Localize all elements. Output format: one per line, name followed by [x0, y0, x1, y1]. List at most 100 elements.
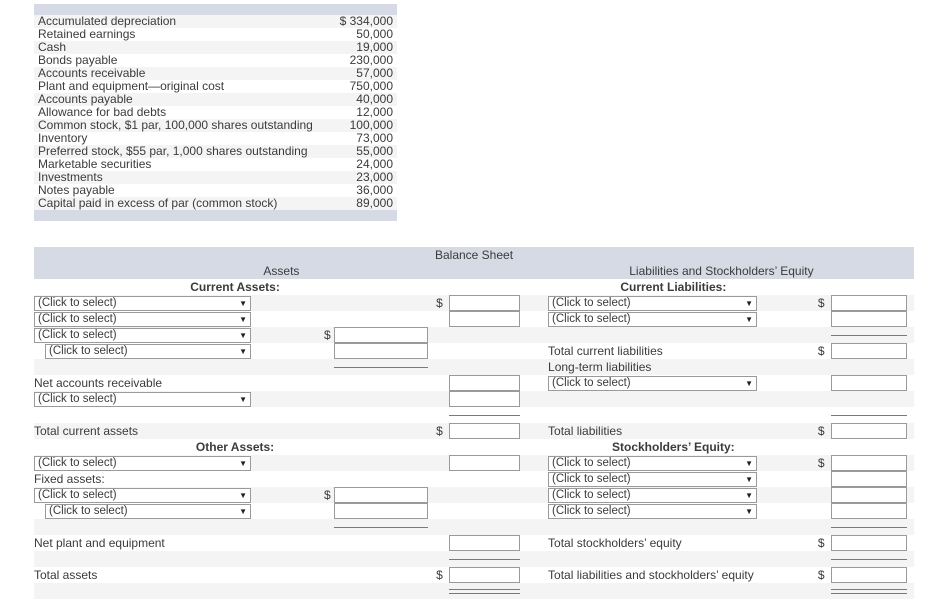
total-liabilities-label: Total liabilities — [548, 423, 778, 439]
fixed-assets-subtotal-rule — [333, 526, 428, 528]
other-assets-select-1[interactable]: (Click to select) ▼ — [34, 455, 251, 471]
stockholders-equity-heading: Stockholders’ Equity: — [528, 439, 818, 455]
current-assets-select-5[interactable]: (Click to select) ▼ — [34, 391, 251, 407]
liabilities-equity-heading: Liabilities and Stockholders’ Equity — [528, 263, 914, 279]
tca-dollar: $ — [436, 423, 449, 439]
current-assets-amount-1[interactable] — [448, 295, 520, 311]
stockholders-equity-amount-2[interactable] — [830, 471, 907, 487]
current-liabilities-amount-1[interactable] — [830, 295, 907, 311]
se-amount-1-cell — [830, 455, 914, 471]
tcl-dollar: $ — [817, 343, 831, 359]
total-assets-amount[interactable] — [448, 567, 520, 583]
cl-select-2-cell: (Click to select) ▼ — [548, 311, 778, 327]
fa-sub-rule-cell — [333, 519, 437, 535]
long-term-liabilities-select-1[interactable]: (Click to select) ▼ — [548, 375, 758, 391]
current-assets-select-1[interactable]: (Click to select) ▼ — [34, 295, 251, 311]
fa-select-2-value: (Click to select) — [49, 504, 128, 517]
net-ar-amount-cell — [448, 375, 529, 391]
ltl-select-cell: (Click to select) ▼ — [548, 375, 778, 391]
total-stockholders-equity-label: Total stockholders’ equity — [548, 535, 778, 551]
fa-sub-amount-2-cell — [333, 503, 437, 519]
se-amount-4-cell — [830, 503, 914, 519]
chevron-down-icon: ▼ — [239, 506, 247, 516]
total-current-assets-amount[interactable] — [448, 423, 520, 439]
ca-select-4-value: (Click to select) — [49, 344, 128, 357]
table-row: Retained earnings 50,000 — [34, 28, 397, 41]
current-assets-sub-amount-4[interactable] — [333, 343, 428, 359]
se-select-1-value: (Click to select) — [552, 456, 631, 469]
fixed-assets-sub-amount-2[interactable] — [333, 503, 428, 519]
current-assets-amount-5[interactable] — [448, 391, 520, 407]
fa-select-1-cell: (Click to select) ▼ — [34, 487, 296, 503]
stockholders-equity-amount-1[interactable] — [830, 455, 907, 471]
fixed-assets-select-1[interactable]: (Click to select) ▼ — [34, 487, 251, 503]
fa-select-2-cell: (Click to select) ▼ — [34, 503, 296, 519]
se-select-4-cell: (Click to select) ▼ — [548, 503, 778, 519]
cl-select-2-value: (Click to select) — [552, 312, 631, 325]
ca-total-rule-cell — [448, 407, 529, 423]
balance-sheet-title: Balance Sheet — [34, 247, 914, 263]
ca-sub-amount-4-cell — [333, 343, 437, 359]
stockholders-equity-amount-4[interactable] — [830, 503, 907, 519]
total-assets-rule — [448, 558, 520, 560]
chevron-down-icon: ▼ — [239, 346, 247, 356]
total-current-assets-rule — [448, 414, 520, 416]
current-liabilities-heading: Current Liabilities: — [528, 279, 818, 295]
total-stockholders-equity-amount[interactable] — [830, 535, 907, 551]
row-oa1-se1: (Click to select) ▼ (Click to select) ▼ $ — [34, 455, 914, 471]
row-double-rules — [34, 583, 914, 599]
row-rules-before-totals — [34, 407, 914, 423]
row-net-ar-ltl-select: Net accounts receivable (Click to select… — [34, 375, 914, 391]
ca-select-3-value: (Click to select) — [38, 328, 117, 341]
current-liabilities-select-2[interactable]: (Click to select) ▼ — [548, 311, 758, 327]
total-liabilities-equity-amount[interactable] — [830, 567, 907, 583]
accounts-table-footer-band — [34, 210, 397, 221]
other-assets-amount-1[interactable] — [448, 455, 520, 471]
current-assets-select-3[interactable]: (Click to select) ▼ — [34, 327, 251, 343]
net-accounts-receivable-amount[interactable] — [448, 375, 520, 391]
chevron-down-icon: ▼ — [745, 506, 754, 516]
stockholders-equity-select-1[interactable]: (Click to select) ▼ — [548, 455, 758, 471]
stockholders-equity-select-2[interactable]: (Click to select) ▼ — [548, 471, 758, 487]
chevron-down-icon: ▼ — [745, 490, 754, 500]
tle-amount-cell — [830, 567, 914, 583]
fa-select-1-value: (Click to select) — [38, 488, 117, 501]
current-assets-select-2[interactable]: (Click to select) ▼ — [34, 311, 251, 327]
stockholders-equity-select-4[interactable]: (Click to select) ▼ — [548, 503, 758, 519]
ca-sub-dollar-3: $ — [295, 327, 334, 343]
current-assets-sub-amount-3[interactable] — [333, 327, 428, 343]
se-select-3-value: (Click to select) — [552, 488, 631, 501]
stockholders-equity-select-3[interactable]: (Click to select) ▼ — [548, 487, 758, 503]
chevron-down-icon: ▼ — [239, 490, 247, 500]
current-liabilities-select-1[interactable]: (Click to select) ▼ — [548, 295, 758, 311]
ca-amount-5-cell — [448, 391, 529, 407]
ta-dollar: $ — [436, 567, 449, 583]
se-select-2-value: (Click to select) — [552, 472, 631, 485]
balance-sheet-title-row: Balance Sheet — [34, 247, 914, 263]
total-assets-double-rule-cell — [448, 583, 529, 599]
ca-sub-rule-cell — [333, 359, 437, 375]
ca-select-1-value: (Click to select) — [38, 296, 117, 309]
fixed-assets-sub-amount-1[interactable] — [333, 487, 428, 503]
chevron-down-icon: ▼ — [745, 474, 754, 484]
total-le-double-rule-cell — [830, 583, 914, 599]
long-term-liabilities-amount-1[interactable] — [830, 375, 907, 391]
net-plant-equipment-amount[interactable] — [448, 535, 520, 551]
stockholders-equity-amount-3[interactable] — [830, 487, 907, 503]
current-liabilities-amount-2[interactable] — [830, 311, 907, 327]
net-accounts-receivable-label: Net accounts receivable — [34, 375, 296, 391]
row-fa1-se3: (Click to select) ▼ $ (Click to select) ▼ — [34, 487, 914, 503]
assets-heading: Assets — [34, 263, 529, 279]
fixed-assets-select-2[interactable]: (Click to select) ▼ — [45, 503, 251, 519]
row-ca2-cl2: (Click to select) ▼ (Click to select) ▼ — [34, 311, 914, 327]
tl-dollar: $ — [817, 423, 831, 439]
total-liabilities-amount[interactable] — [830, 423, 907, 439]
chevron-down-icon: ▼ — [745, 314, 754, 324]
se-select-1-cell: (Click to select) ▼ — [548, 455, 778, 471]
ca-select-1-cell: (Click to select) ▼ — [34, 295, 296, 311]
current-assets-select-4[interactable]: (Click to select) ▼ — [45, 343, 251, 359]
current-assets-amount-2[interactable] — [448, 311, 520, 327]
total-current-liabilities-amount[interactable] — [830, 343, 907, 359]
se-amount-3-cell — [830, 487, 914, 503]
oa-amount-1-cell — [448, 455, 529, 471]
